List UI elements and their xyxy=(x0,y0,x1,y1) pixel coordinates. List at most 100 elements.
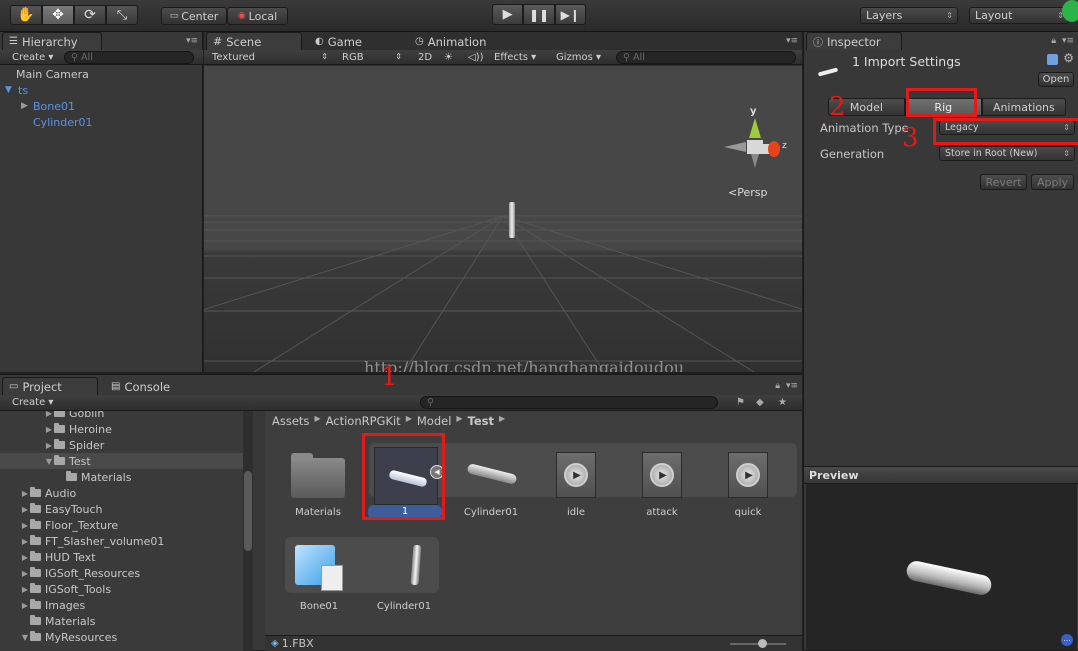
collapse-arrow-icon[interactable]: ▶ xyxy=(20,521,30,530)
apply-button[interactable]: Apply xyxy=(1031,174,1074,190)
scene-viewport[interactable]: y z <Persp http://blog.csdn.net/hanghang… xyxy=(204,66,802,372)
effects-dropdown[interactable]: Effects ▾ xyxy=(494,52,536,63)
favorite-star-icon[interactable]: ★ xyxy=(778,397,787,408)
open-button[interactable]: Open xyxy=(1038,72,1074,87)
tab-scene[interactable]: # Scene xyxy=(206,32,302,50)
preview-settings-icon[interactable]: … xyxy=(1061,634,1073,646)
asset-animation-clip[interactable]: ▶ quick xyxy=(708,447,788,527)
expand-arrow-icon[interactable]: ▼ xyxy=(5,85,18,95)
revert-button[interactable]: Revert xyxy=(980,174,1027,190)
tab-animations[interactable]: Animations xyxy=(981,98,1067,116)
asset-mesh-cylinder[interactable]: Cylinder01 xyxy=(451,447,531,527)
mode-2d-toggle[interactable]: 2D xyxy=(418,52,432,63)
folder-tree-item[interactable]: ▶ Images xyxy=(0,597,243,613)
audio-icon[interactable]: ◁)) xyxy=(468,52,484,63)
preview-viewport[interactable]: … xyxy=(806,484,1077,650)
folder-tree-item[interactable]: ▶ HUD Text xyxy=(0,549,243,565)
folder-tree-item[interactable]: ▶ IGSoft_Tools xyxy=(0,581,243,597)
scale-icon[interactable]: ⤡ xyxy=(106,5,138,25)
tab-console[interactable]: ▤ Console xyxy=(104,377,200,395)
folder-tree-item[interactable]: ▼ Test xyxy=(0,453,243,469)
gizmos-dropdown[interactable]: Gizmos ▾ xyxy=(556,52,601,63)
collapse-arrow-icon[interactable]: ▶ xyxy=(20,569,30,578)
panel-menu-icon[interactable]: ▾≡ xyxy=(186,36,198,46)
tab-hierarchy[interactable]: ☰ Hierarchy xyxy=(2,32,102,50)
asset-animation-clip[interactable]: ▶ attack xyxy=(622,447,702,527)
panel-menu-icon[interactable]: ▾≡ xyxy=(1062,36,1074,46)
tree-scrollbar[interactable] xyxy=(243,411,253,651)
collapse-arrow-icon[interactable]: ▶ xyxy=(20,601,30,610)
asset-materials-folder[interactable]: Materials xyxy=(278,447,358,527)
collapse-arrow-icon[interactable]: ▶ xyxy=(21,101,33,111)
tab-inspector[interactable]: ⓘ Inspector xyxy=(806,32,902,50)
scene-gizmo[interactable]: y z <Persp xyxy=(720,106,796,199)
rotate-icon[interactable]: ⟳ xyxy=(74,5,106,25)
expand-arrow-icon[interactable]: ▼ xyxy=(44,457,54,466)
thumbnail-size-slider[interactable] xyxy=(730,639,786,648)
panel-menu-icon[interactable]: ▾≡ xyxy=(786,36,798,46)
create-dropdown[interactable]: Create ▾ xyxy=(12,52,53,63)
create-dropdown[interactable]: Create ▾ xyxy=(12,397,53,408)
folder-tree-item[interactable]: ▶ Spider xyxy=(0,437,243,453)
folder-tree-item[interactable]: ▶ Floor_Texture xyxy=(0,517,243,533)
slider-thumb[interactable] xyxy=(758,639,767,648)
collapse-arrow-icon[interactable]: ▶ xyxy=(44,441,54,450)
hierarchy-item[interactable]: ▶ Bone01 xyxy=(0,98,202,114)
filter-label-icon[interactable]: ◆ xyxy=(756,397,764,408)
hierarchy-item[interactable]: Main Camera xyxy=(0,66,202,82)
collapse-arrow-icon[interactable]: ▶ xyxy=(20,585,30,594)
hand-icon[interactable]: ✋ xyxy=(10,5,42,25)
folder-tree-item[interactable]: ▶ Heroine xyxy=(0,421,243,437)
generation-dropdown[interactable]: Store in Root (New) xyxy=(939,146,1075,161)
move-icon[interactable]: ✥ xyxy=(42,5,74,25)
collapse-arrow-icon[interactable]: ▶ xyxy=(44,411,54,418)
hierarchy-item[interactable]: Cylinder01 xyxy=(0,114,202,130)
collapse-arrow-icon[interactable]: ▶ xyxy=(20,505,30,514)
settings-gear-icon[interactable]: ⚙ xyxy=(1063,51,1074,65)
folder-tree-item[interactable]: ▶ IGSoft_Resources xyxy=(0,565,243,581)
asset-bone-prefab[interactable]: Bone01 xyxy=(279,539,359,619)
expand-arrow-icon[interactable]: ▼ xyxy=(20,633,30,642)
breadcrumb-item[interactable]: Model xyxy=(417,414,452,428)
folder-tree-item[interactable]: ▶ FT_Slasher_volume01 xyxy=(0,533,243,549)
collapse-arrow-icon[interactable]: ▶ xyxy=(44,425,54,434)
cylinder-object[interactable] xyxy=(509,202,515,238)
tab-game[interactable]: ◐ Game xyxy=(308,32,404,50)
render-mode-dropdown[interactable]: RGB ⇕ xyxy=(342,52,404,63)
collapse-arrow-icon[interactable]: ▶ xyxy=(20,537,30,546)
project-search-input[interactable]: ⚲ xyxy=(420,396,718,409)
help-icon[interactable] xyxy=(1047,54,1058,65)
folder-tree-item[interactable]: ▼ MyResources xyxy=(0,629,243,645)
scene-search-input[interactable]: ⚲ All xyxy=(616,51,796,64)
tab-project[interactable]: ▭ Project xyxy=(2,377,98,395)
breadcrumb-item[interactable]: Test xyxy=(468,414,494,428)
asset-animation-clip[interactable]: ▶ idle xyxy=(536,447,616,527)
shading-dropdown[interactable]: Textured ⇕ xyxy=(212,52,330,63)
pause-icon[interactable]: ❚❚ xyxy=(523,4,555,25)
hierarchy-search-input[interactable]: ⚲ All xyxy=(64,51,194,64)
folder-tree-item[interactable]: ▶ Goblin xyxy=(0,411,243,421)
tree-scroll-thumb[interactable] xyxy=(244,471,252,551)
panel-menu-icon[interactable]: ▾≡ xyxy=(786,381,798,391)
hierarchy-item[interactable]: ▼ ts xyxy=(0,82,202,98)
breadcrumb-item[interactable]: ActionRPGKit xyxy=(326,414,401,428)
collapse-arrow-icon[interactable]: ▶ xyxy=(20,553,30,562)
layers-dropdown[interactable]: Layers xyxy=(860,7,958,24)
lock-icon[interactable]: 🔒︎ xyxy=(1051,36,1056,46)
step-icon[interactable]: ▶❙ xyxy=(554,4,586,25)
collapse-arrow-icon[interactable]: ▶ xyxy=(20,489,30,498)
folder-tree-item[interactable]: Materials xyxy=(0,469,243,485)
lighting-icon[interactable]: ☀ xyxy=(444,52,453,63)
filter-type-icon[interactable]: ⚑ xyxy=(736,397,745,408)
asset-cylinder-object[interactable]: Cylinder01 xyxy=(364,539,444,619)
lock-icon[interactable]: 🔒︎ xyxy=(775,381,780,391)
folder-tree-item[interactable]: ▶ Audio xyxy=(0,485,243,501)
pivot-center-button[interactable]: ▭ Center xyxy=(161,7,227,25)
tab-animation[interactable]: ◷ Animation xyxy=(408,32,508,50)
layout-dropdown[interactable]: Layout xyxy=(969,7,1069,24)
pivot-local-button[interactable]: ◉ Local xyxy=(227,7,288,25)
breadcrumb-item[interactable]: Assets xyxy=(272,414,309,428)
folder-tree-item[interactable]: Materials xyxy=(0,613,243,629)
persp-label[interactable]: <Persp xyxy=(728,186,767,199)
folder-tree-item[interactable]: ▶ EasyTouch xyxy=(0,501,243,517)
